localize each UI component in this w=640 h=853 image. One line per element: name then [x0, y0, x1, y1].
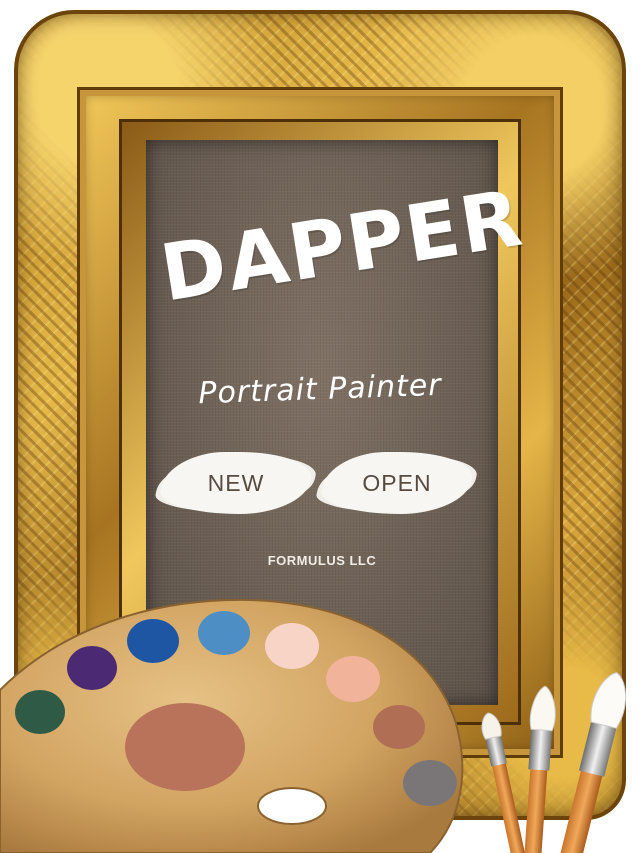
paint-blob	[265, 623, 319, 669]
title-screen: DAPPER Portrait Painter NEW OPEN FORMULU…	[0, 0, 640, 853]
paint-blob	[125, 703, 245, 791]
palette-illustration	[0, 598, 627, 853]
paint-blob	[67, 646, 117, 690]
paint-brush-large	[558, 672, 627, 853]
paint-blob	[373, 705, 425, 749]
paint-blob	[326, 656, 380, 702]
paint-blob	[15, 690, 65, 734]
paint-brush-small	[481, 712, 526, 853]
paint-blob	[403, 760, 457, 806]
paint-blob	[198, 611, 250, 655]
palette-thumb-hole	[257, 787, 327, 825]
paint-blob	[127, 619, 179, 663]
paint-brush-medium	[524, 685, 556, 853]
